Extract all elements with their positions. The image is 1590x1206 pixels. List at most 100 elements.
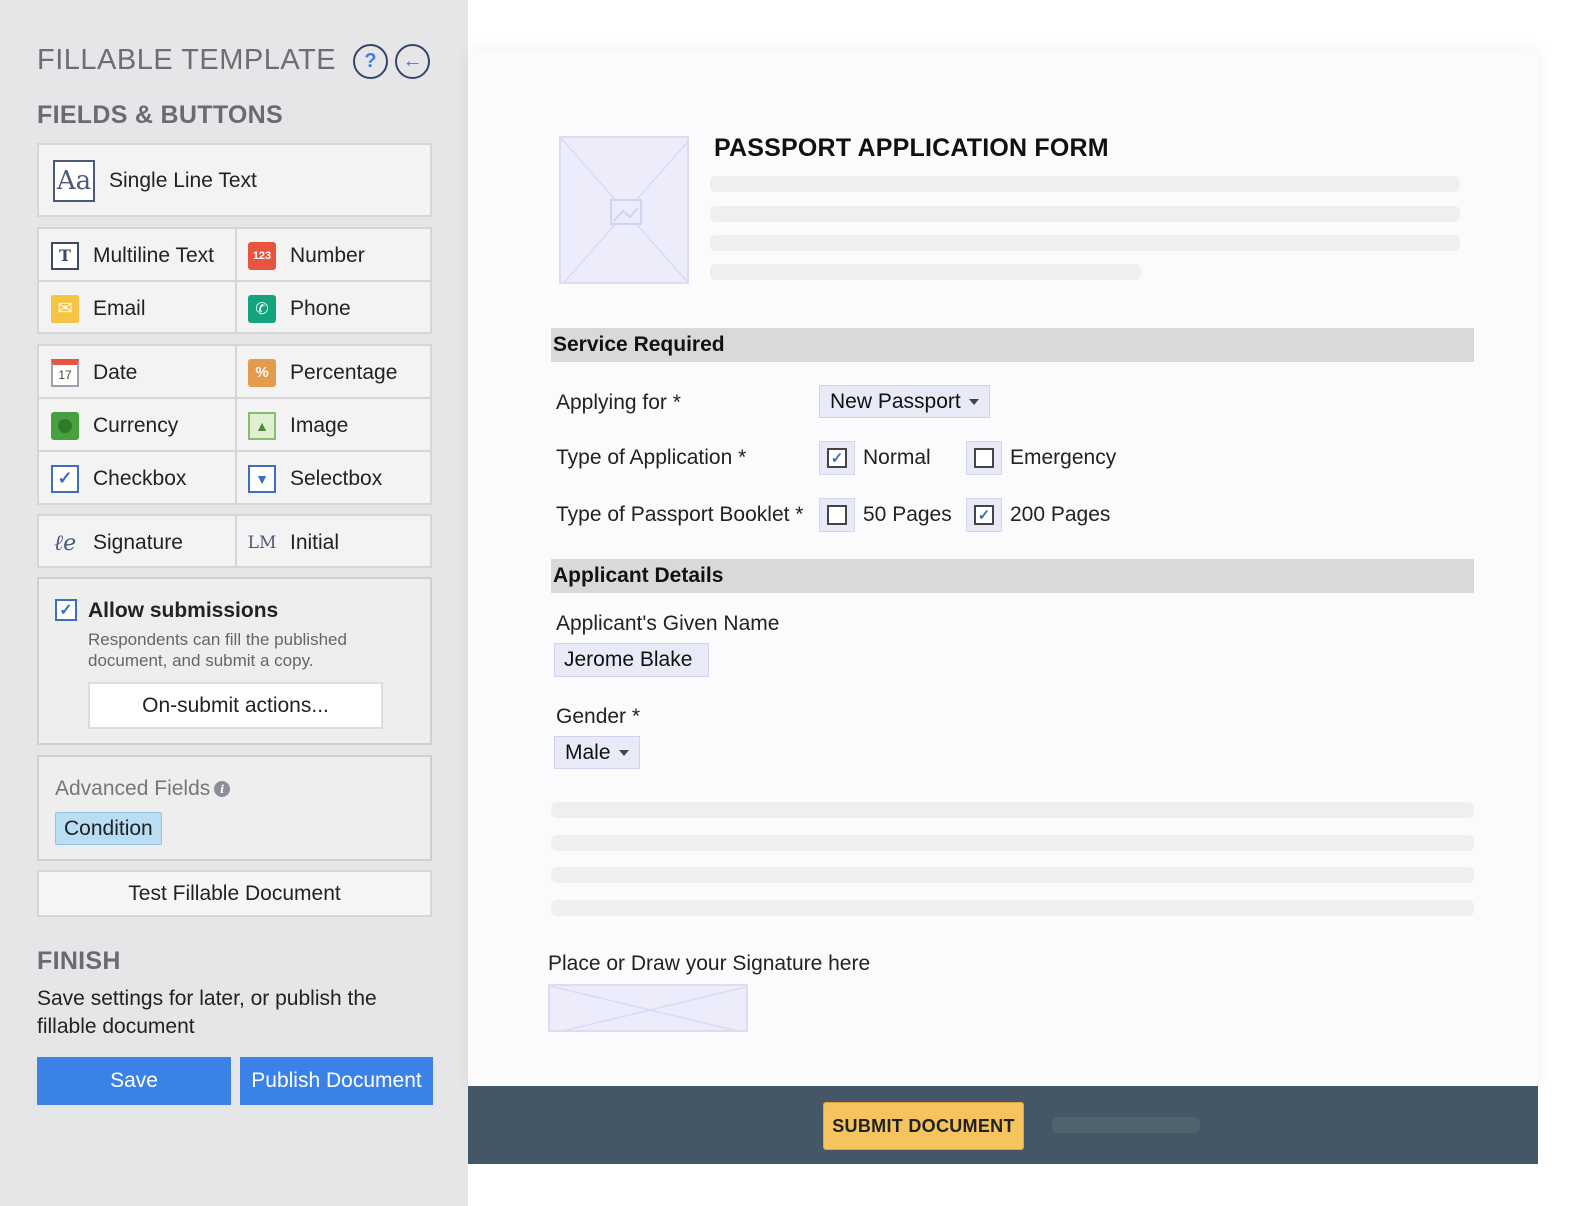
text-skeleton-line xyxy=(710,176,1460,192)
booklet-label: Type of Passport Booklet * xyxy=(556,503,804,526)
given-name-label: Applicant's Given Name xyxy=(556,612,780,635)
applying-for-value: New Passport xyxy=(830,389,961,413)
document-page: PASSPORT APPLICATION FORM Service Requir… xyxy=(468,50,1538,1086)
submit-document-button[interactable]: SUBMIT DOCUMENT xyxy=(823,1102,1024,1150)
phone-icon: ✆ xyxy=(248,294,276,323)
info-icon[interactable]: i xyxy=(214,781,231,797)
text-skeleton-line xyxy=(710,264,1141,280)
text-skeleton-line xyxy=(710,235,1460,251)
gender-value: Male xyxy=(565,740,611,764)
caret-down-icon xyxy=(618,749,629,756)
gender-label: Gender * xyxy=(556,705,641,728)
field-image[interactable]: ▲ Image xyxy=(236,399,348,452)
field-label: Selectbox xyxy=(290,466,383,490)
save-button[interactable]: Save xyxy=(37,1057,231,1105)
back-arrow-icon[interactable]: ← xyxy=(395,44,430,79)
email-icon: ✉ xyxy=(51,294,79,323)
text-skeleton-line xyxy=(551,900,1474,916)
checkbox-box: ✓ xyxy=(974,505,994,525)
type-of-application-label: Type of Application * xyxy=(556,446,747,469)
caret-down-icon xyxy=(968,398,979,405)
field-label: Phone xyxy=(290,296,351,320)
on-submit-actions-button[interactable]: On-submit actions... xyxy=(88,682,383,729)
field-label: Email xyxy=(93,296,146,320)
field-number[interactable]: 123 Number xyxy=(236,229,365,282)
image-placeholder-icon[interactable] xyxy=(559,136,689,284)
50-pages-checkbox[interactable] xyxy=(819,498,855,532)
field-label: Signature xyxy=(93,530,183,554)
finish-heading: FINISH xyxy=(37,947,121,975)
signature-icon: ℓe xyxy=(53,530,77,556)
sidebar-title: FILLABLE TEMPLATE xyxy=(37,44,337,76)
initial-icon: LM xyxy=(247,532,277,553)
allow-submissions-title: Allow submissions xyxy=(88,599,279,622)
field-single-line-text[interactable]: Aa Single Line Text xyxy=(37,143,432,217)
normal-checkbox[interactable]: ✓ xyxy=(819,441,855,475)
section-applicant-details: Applicant Details xyxy=(551,559,1474,593)
field-email[interactable]: ✉ Email xyxy=(39,282,146,335)
field-checkbox[interactable]: ✓ Checkbox xyxy=(39,452,186,505)
signature-label: Place or Draw your Signature here xyxy=(548,952,871,975)
50-pages-label: 50 Pages xyxy=(863,503,952,526)
field-label: Currency xyxy=(93,413,179,437)
number-icon: 123 xyxy=(248,241,276,270)
image-icon: ▲ xyxy=(248,411,276,440)
field-selectbox[interactable]: ▼ Selectbox xyxy=(236,452,382,505)
text-skeleton-line xyxy=(710,206,1460,222)
calendar-icon: 17 xyxy=(51,358,79,387)
applying-for-select[interactable]: New Passport xyxy=(819,385,990,418)
advanced-fields-label: Advanced Fields xyxy=(55,777,211,800)
finish-description: Save settings for later, or publish the … xyxy=(37,987,377,1038)
sidebar: FILLABLE TEMPLATE ? ← FIELDS & BUTTONS A… xyxy=(0,0,468,1206)
200-pages-checkbox[interactable]: ✓ xyxy=(966,498,1002,532)
help-icon[interactable]: ? xyxy=(353,44,388,79)
given-name-input[interactable]: Jerome Blake xyxy=(554,643,709,677)
document-canvas: PASSPORT APPLICATION FORM Service Requir… xyxy=(468,0,1590,1206)
condition-button[interactable]: Condition xyxy=(55,812,162,845)
field-label: Number xyxy=(290,243,365,267)
allow-submissions-desc: Respondents can fill the published docum… xyxy=(88,630,347,670)
field-label: Image xyxy=(290,413,349,437)
footer-skeleton xyxy=(1052,1117,1200,1133)
field-phone[interactable]: ✆ Phone xyxy=(236,282,351,335)
form-title: PASSPORT APPLICATION FORM xyxy=(714,134,1109,162)
field-percentage[interactable]: % Percentage xyxy=(236,346,397,399)
multiline-text-icon: T xyxy=(51,241,79,270)
checkbox-icon: ✓ xyxy=(51,464,79,493)
field-label: Initial xyxy=(290,530,340,554)
normal-label: Normal xyxy=(863,446,931,469)
currency-icon xyxy=(51,411,79,440)
text-skeleton-line xyxy=(551,835,1474,851)
allow-submissions-checkbox[interactable]: ✓ xyxy=(55,599,77,621)
field-group-signature: ℓe Signature LM Initial xyxy=(37,514,432,568)
field-currency[interactable]: Currency xyxy=(39,399,178,452)
field-group-basic: T Multiline Text 123 Number ✉ Email ✆ Ph… xyxy=(37,227,432,334)
applying-for-label: Applying for * xyxy=(556,391,681,414)
field-multiline-text[interactable]: T Multiline Text xyxy=(39,229,214,282)
allow-submissions-panel: ✓ Allow submissions Respondents can fill… xyxy=(37,577,432,745)
checkbox-box xyxy=(974,448,994,468)
checkbox-box: ✓ xyxy=(827,448,847,468)
document-footer: SUBMIT DOCUMENT xyxy=(468,1086,1538,1164)
selectbox-icon: ▼ xyxy=(248,464,276,493)
gender-select[interactable]: Male xyxy=(554,736,640,769)
test-fillable-document-button[interactable]: Test Fillable Document xyxy=(37,870,432,917)
field-label: Date xyxy=(93,360,138,384)
text-skeleton-line xyxy=(551,802,1474,818)
checkbox-box xyxy=(827,505,847,525)
section-service-required: Service Required xyxy=(551,328,1474,362)
text-aa-icon: Aa xyxy=(53,159,95,202)
publish-document-button[interactable]: Publish Document xyxy=(240,1057,433,1105)
field-initial[interactable]: LM Initial xyxy=(236,516,339,569)
emergency-label: Emergency xyxy=(1010,446,1117,469)
emergency-checkbox[interactable] xyxy=(966,441,1002,475)
field-signature[interactable]: ℓe Signature xyxy=(39,516,183,569)
fields-heading: FIELDS & BUTTONS xyxy=(37,101,284,129)
field-label: Single Line Text xyxy=(109,168,257,192)
200-pages-label: 200 Pages xyxy=(1010,503,1111,526)
signature-field[interactable] xyxy=(548,984,748,1032)
field-date[interactable]: 17 Date xyxy=(39,346,137,399)
field-label: Checkbox xyxy=(93,466,187,490)
advanced-fields-title: Advanced Fields i xyxy=(55,777,231,801)
text-skeleton-line xyxy=(551,867,1474,883)
